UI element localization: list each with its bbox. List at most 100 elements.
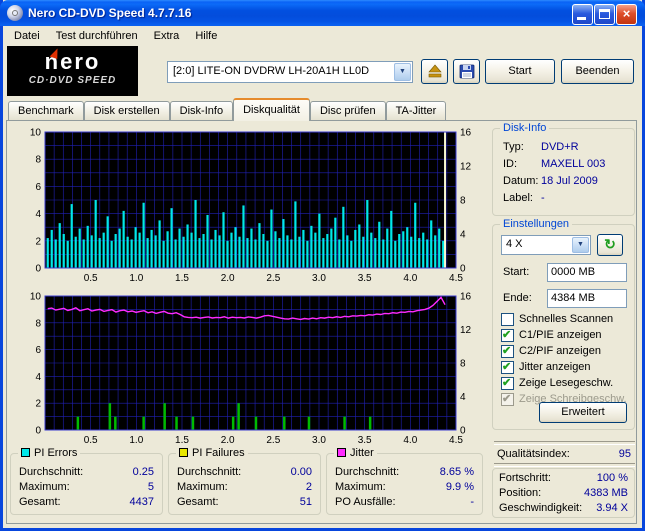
chevron-down-icon: ▼ (399, 68, 406, 75)
pi-failures-color-swatch (179, 448, 188, 457)
quit-button[interactable]: Beenden (561, 59, 634, 84)
start-position-field[interactable]: 0000 MB (547, 263, 627, 282)
speed-select[interactable]: 4 X ▼ (501, 235, 591, 255)
disk-info-value: - (541, 192, 545, 204)
tab-diskqualitaet[interactable]: Diskqualität (233, 98, 310, 121)
svg-text:3.5: 3.5 (358, 435, 372, 446)
checkbox-box[interactable]: ✔ (501, 377, 514, 390)
menu-hilfe[interactable]: Hilfe (187, 28, 225, 44)
check-icon: ✔ (502, 345, 512, 357)
check-icon: ✔ (502, 377, 512, 389)
title-bar[interactable]: Nero CD-DVD Speed 4.7.7.16 × (0, 0, 645, 26)
pi-failures-stats-title: PI Failures (176, 447, 248, 459)
maximize-icon (599, 9, 610, 19)
nero-logo-text: nero (44, 49, 101, 74)
disk-info-label: ID: (503, 158, 518, 170)
disk-info-value: MAXELL 003 (541, 158, 606, 170)
svg-text:4.0: 4.0 (403, 273, 417, 284)
chevron-down-icon: ▼ (577, 241, 584, 248)
checkbox-label: Zeige Lesegeschw. (519, 377, 614, 389)
svg-text:12: 12 (460, 325, 472, 336)
drive-select[interactable]: [2:0] LITE-ON DVDRW LH-20A1H LL0D ▼ (167, 61, 413, 83)
refresh-speed-button[interactable]: ↻ (597, 234, 623, 256)
jitter-stats-title: Jitter (334, 447, 377, 459)
svg-text:6: 6 (35, 345, 41, 356)
separator (494, 463, 635, 467)
stat-value: 0.00 (290, 466, 312, 478)
svg-text:4: 4 (35, 209, 41, 220)
pi-errors-stats-title: PI Errors (18, 447, 81, 459)
check-icon: ✔ (502, 329, 512, 341)
svg-text:0.5: 0.5 (84, 273, 98, 284)
disk-info-value: 18 Jul 2009 (541, 175, 598, 187)
checkbox-label: Schnelles Scannen (519, 313, 614, 325)
checkbox-box[interactable]: ✔ (501, 313, 514, 326)
save-button[interactable] (453, 59, 480, 84)
disk-info-group: Disk-Info Typ: DVD+R ID: MAXELL 003 Datu… (492, 122, 635, 216)
disk-info-label: Typ: (503, 141, 524, 153)
stat-label: Durchschnitt: (335, 466, 400, 478)
progress-box: Fortschritt: 100 % Position: 4383 MB Ges… (492, 468, 635, 518)
stat-value: 5 (147, 481, 154, 493)
separator (494, 441, 635, 445)
pi-errors-color-swatch (21, 448, 30, 457)
eject-disc-button[interactable] (421, 59, 448, 84)
check-icon: ✔ (502, 393, 512, 405)
stat-value: 2 (305, 481, 312, 493)
drive-select-value: [2:0] LITE-ON DVDRW LH-20A1H LL0D (173, 65, 370, 77)
maximize-button[interactable] (594, 4, 615, 25)
tab-ta-jitter[interactable]: TA-Jitter (385, 101, 447, 121)
svg-text:2.5: 2.5 (266, 273, 280, 284)
svg-text:4.5: 4.5 (449, 273, 463, 284)
drive-select-dropdown-button[interactable]: ▼ (394, 63, 411, 81)
nero-logo-subtext: CD·DVD SPEED (28, 75, 117, 86)
menu-datei[interactable]: Datei (6, 28, 48, 44)
disk-info-value: DVD+R (541, 141, 579, 153)
menu-extra[interactable]: Extra (146, 28, 188, 44)
advanced-button[interactable]: Erweitert (539, 402, 627, 423)
pi-errors-chart: 024681004812160.5 1.0 1.5 2.0 2.5 3.0 3.5 4.0 4.… (30, 128, 472, 285)
disk-info-label: Datum: (503, 175, 539, 187)
speed-select-dropdown-button[interactable]: ▼ (572, 237, 589, 253)
tab-disk-info[interactable]: Disk-Info (169, 101, 234, 121)
svg-text:1.0: 1.0 (129, 435, 143, 446)
svg-text:0: 0 (35, 426, 41, 437)
stat-value: 9.9 % (445, 481, 474, 493)
svg-text:10: 10 (30, 128, 42, 139)
checkbox-box[interactable]: ✔ (501, 345, 514, 358)
menu-test-durchfuehren[interactable]: Test durchführen (48, 28, 146, 44)
close-button[interactable]: × (616, 4, 637, 25)
tab-strip: Benchmark Disk erstellen Disk-Info Diskq… (8, 98, 447, 121)
position-value: 4383 MB (583, 487, 628, 499)
close-icon: × (622, 6, 631, 21)
tab-disk-erstellen[interactable]: Disk erstellen (83, 101, 170, 121)
eject-icon (427, 64, 442, 78)
svg-text:16: 16 (460, 128, 472, 139)
checkbox-box[interactable]: ✔ (501, 361, 514, 374)
tab-benchmark[interactable]: Benchmark (8, 101, 84, 121)
svg-text:4: 4 (460, 392, 466, 403)
menu-bar: Datei Test durchführen Extra Hilfe (3, 26, 642, 45)
svg-text:4.0: 4.0 (403, 435, 417, 446)
speed-select-value: 4 X (506, 238, 523, 250)
speed-value: 3.94 X (596, 502, 628, 514)
end-position-field[interactable]: 4384 MB (547, 289, 627, 308)
stat-value: 0.25 (132, 466, 154, 478)
save-icon (459, 64, 474, 79)
disk-info-label: Label: (503, 192, 533, 204)
tab-disc-pruefen[interactable]: Disc prüfen (309, 101, 386, 121)
stat-label: Durchschnitt: (177, 466, 242, 478)
stat-label: PO Ausfälle: (335, 496, 396, 508)
svg-text:1.5: 1.5 (175, 435, 189, 446)
stat-label: Durchschnitt: (19, 466, 84, 478)
svg-text:3.0: 3.0 (312, 273, 326, 284)
checkbox-box[interactable]: ✔ (501, 329, 514, 342)
svg-text:16: 16 (460, 292, 472, 303)
stat-value: 51 (299, 496, 312, 508)
start-button[interactable]: Start (485, 59, 555, 84)
svg-text:8: 8 (460, 359, 466, 370)
svg-text:3.0: 3.0 (312, 435, 326, 446)
stat-value: 8.65 % (439, 466, 474, 478)
minimize-button[interactable] (572, 4, 593, 25)
checkbox-box: ✔ (501, 393, 514, 406)
